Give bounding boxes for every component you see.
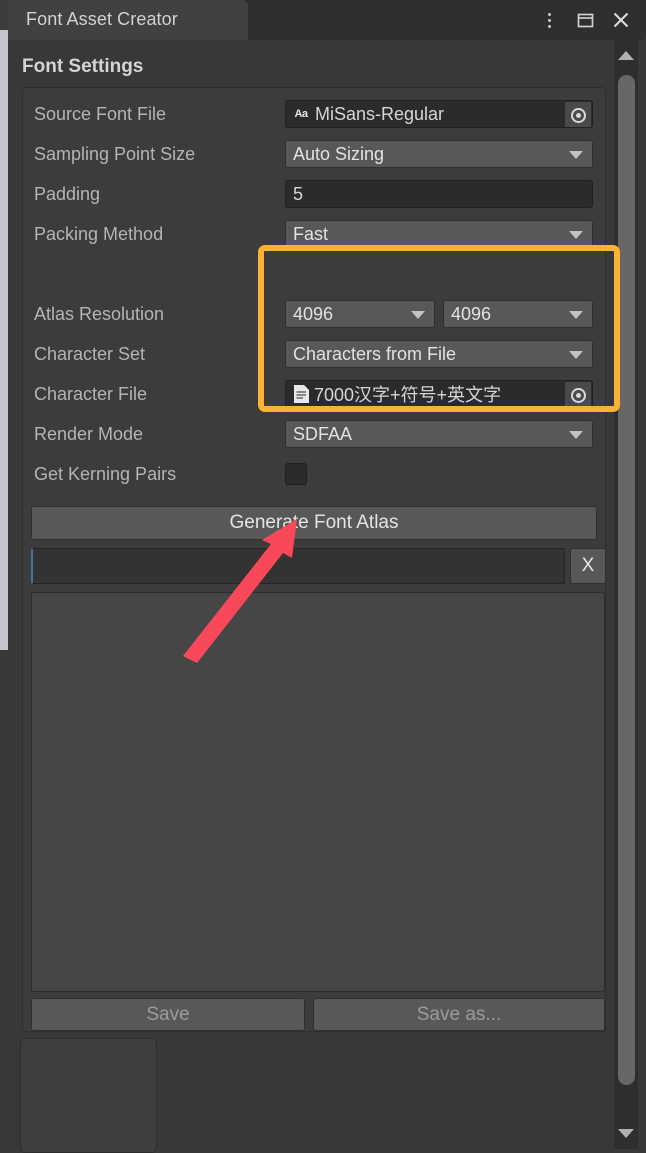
label-get-kerning-pairs: Get Kerning Pairs [34, 463, 177, 484]
chevron-down-icon [569, 431, 583, 439]
maximize-glyph [577, 13, 593, 27]
kebab-dots [547, 12, 551, 28]
scroll-up-arrow-icon[interactable] [618, 51, 634, 60]
atlas-height-value: 4096 [451, 303, 492, 324]
generate-font-atlas-button[interactable]: Generate Font Atlas [31, 506, 597, 540]
padding-input[interactable]: 5 [285, 180, 593, 208]
packing-method-dropdown[interactable]: Fast [285, 220, 593, 248]
row-sampling-point-size: Sampling Point Size Auto Sizing [23, 134, 607, 174]
font-asset-icon: Aa [294, 108, 308, 120]
character-set-value: Characters from File [293, 343, 457, 364]
packing-method-value: Fast [293, 223, 329, 244]
text-asset-icon [291, 383, 311, 405]
row-get-kerning-pairs: Get Kerning Pairs [23, 454, 607, 494]
object-picker-icon[interactable] [565, 382, 591, 407]
row-atlas-resolution: Atlas Resolution 4096 4096 [23, 294, 607, 334]
window-titlebar: Font Asset Creator [8, 0, 646, 40]
vertical-scrollbar[interactable] [614, 40, 638, 1149]
row-padding: Padding 5 [23, 174, 607, 214]
save-button[interactable]: Save [31, 998, 305, 1031]
label-padding: Padding [34, 183, 101, 204]
label-sampling-point-size: Sampling Point Size [34, 143, 196, 164]
close-glyph [613, 12, 629, 28]
save-as-button[interactable]: Save as... [313, 998, 605, 1031]
row-character-set: Character Set Characters from File [23, 334, 607, 374]
atlas-width-dropdown[interactable]: 4096 [285, 300, 435, 328]
window-title: Font Asset Creator [26, 9, 178, 29]
font-settings-header: Font Settings [22, 56, 144, 77]
scroll-down-arrow-icon[interactable] [618, 1129, 634, 1138]
label-source-font-file: Source Font File [34, 103, 167, 124]
font-settings-group: Source Font File Aa MiSans-Regular Sampl… [22, 87, 606, 1032]
sampling-point-size-dropdown[interactable]: Auto Sizing [285, 140, 593, 168]
document-glyph [293, 385, 309, 403]
scrollbar-thumb[interactable] [618, 75, 635, 1085]
tab-font-asset-creator[interactable]: Font Asset Creator [8, 0, 248, 40]
maximize-icon[interactable] [568, 3, 602, 37]
character-set-dropdown[interactable]: Characters from File [285, 340, 593, 368]
label-character-set: Character Set [34, 343, 146, 364]
clear-status-button[interactable]: X [570, 548, 606, 584]
source-font-file-value: MiSans-Regular [315, 103, 445, 124]
font-asset-creator-window: Font Asset Creator Font Settings Source … [8, 0, 646, 1036]
padding-value: 5 [293, 183, 304, 204]
bottom-left-panel [20, 1038, 157, 1153]
source-font-file-field[interactable]: Aa MiSans-Regular [285, 100, 593, 128]
object-picker-icon[interactable] [565, 102, 591, 127]
atlas-width-value: 4096 [293, 303, 334, 324]
get-kerning-pairs-checkbox[interactable] [285, 463, 307, 485]
atlas-height-dropdown[interactable]: 4096 [443, 300, 593, 328]
kebab-menu-icon[interactable] [532, 3, 566, 37]
row-render-mode: Render Mode SDFAA [23, 414, 607, 454]
window-controls [532, 0, 638, 40]
chevron-down-icon [569, 151, 583, 159]
row-packing-method: Packing Method Fast [23, 214, 607, 254]
row-source-font-file: Source Font File Aa MiSans-Regular [23, 94, 607, 134]
window-content: Font Settings Source Font File Aa MiSans… [8, 40, 614, 1036]
status-progress-field[interactable] [31, 548, 565, 584]
chevron-down-icon [569, 311, 583, 319]
label-character-file: Character File [34, 383, 148, 404]
chevron-down-icon [569, 351, 583, 359]
label-atlas-resolution: Atlas Resolution [34, 303, 165, 324]
chevron-down-icon [411, 311, 425, 319]
row-character-file: Character File 7000汉字+符号+英文字 [23, 374, 607, 414]
chevron-down-icon [569, 231, 583, 239]
render-mode-dropdown[interactable]: SDFAA [285, 420, 593, 448]
sampling-point-size-value: Auto Sizing [293, 143, 385, 164]
character-file-field[interactable]: 7000汉字+符号+英文字 [285, 380, 593, 408]
atlas-preview-area [31, 592, 605, 992]
label-render-mode: Render Mode [34, 423, 144, 444]
backdrop-left-strip [0, 30, 8, 650]
render-mode-value: SDFAA [293, 423, 353, 444]
label-packing-method: Packing Method [34, 223, 164, 244]
character-file-value: 7000汉字+符号+英文字 [314, 385, 502, 405]
close-icon[interactable] [604, 3, 638, 37]
